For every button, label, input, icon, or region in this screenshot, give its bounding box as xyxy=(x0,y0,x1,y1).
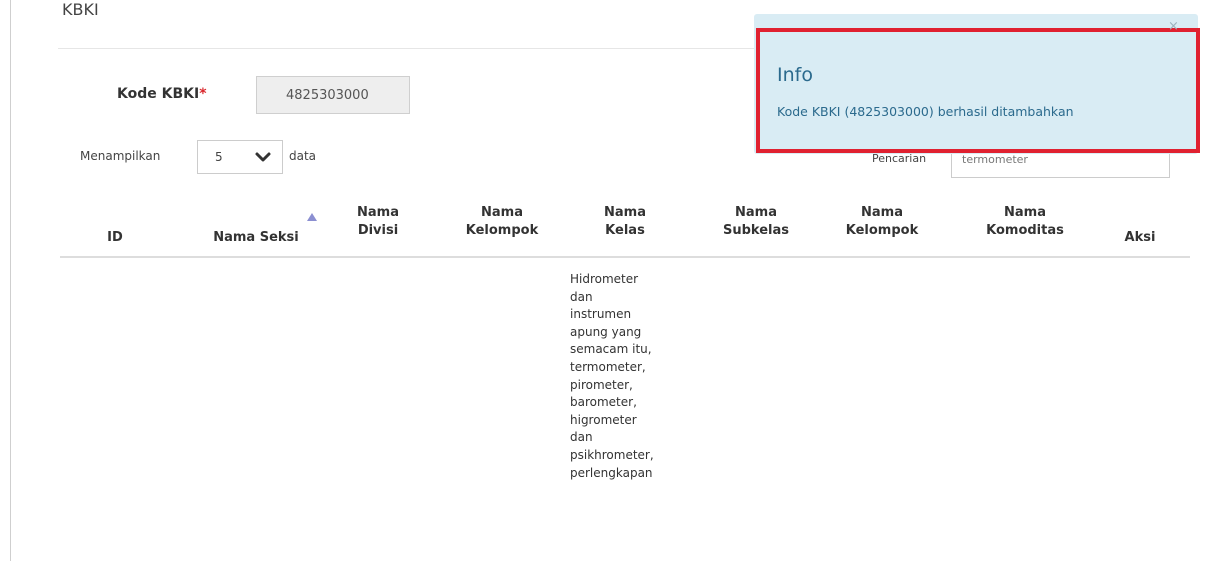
page-left-border xyxy=(10,0,11,561)
page-length-value: 5 xyxy=(215,150,223,164)
table-header-divider xyxy=(60,256,1190,258)
kode-kbki-label: Kode KBKI* xyxy=(117,86,207,102)
column-header-nama-subkelas[interactable]: Nama Subkelas xyxy=(706,204,806,240)
table-cell-nama-kelas: Hidrometer dan instrumen apung yang sema… xyxy=(570,272,654,480)
page-length-suffix: data xyxy=(289,149,317,163)
column-header-nama-seksi[interactable]: Nama Seksi xyxy=(196,229,316,247)
toast-highlight-box xyxy=(756,28,1200,153)
column-header-nama-divisi[interactable]: Nama Divisi xyxy=(340,204,416,240)
column-header-nama-kelompok[interactable]: Nama Kelompok xyxy=(450,204,554,240)
column-header-id[interactable]: ID xyxy=(100,229,130,247)
kode-kbki-field[interactable] xyxy=(256,76,410,114)
chevron-down-icon xyxy=(254,149,272,165)
sort-asc-icon xyxy=(307,206,317,221)
column-header-nama-komoditas[interactable]: Nama Komoditas xyxy=(970,204,1080,240)
column-header-aksi: Aksi xyxy=(1124,230,1156,245)
toast-message: Kode KBKI (4825303000) berhasil ditambah… xyxy=(777,104,1074,119)
column-header-nama-kelompok-2[interactable]: Nama Kelompok xyxy=(830,204,934,240)
close-icon[interactable]: × xyxy=(1168,20,1182,34)
page-title: KBKI xyxy=(62,0,99,19)
required-marker: * xyxy=(199,86,207,102)
column-header-nama-kelas[interactable]: Nama Kelas xyxy=(580,204,670,240)
kode-kbki-label-text: Kode KBKI xyxy=(117,86,200,102)
page-length-select[interactable]: 5 xyxy=(197,140,283,174)
page-length-prefix: Menampilkan xyxy=(80,149,161,163)
toast-title: Info xyxy=(777,64,813,86)
